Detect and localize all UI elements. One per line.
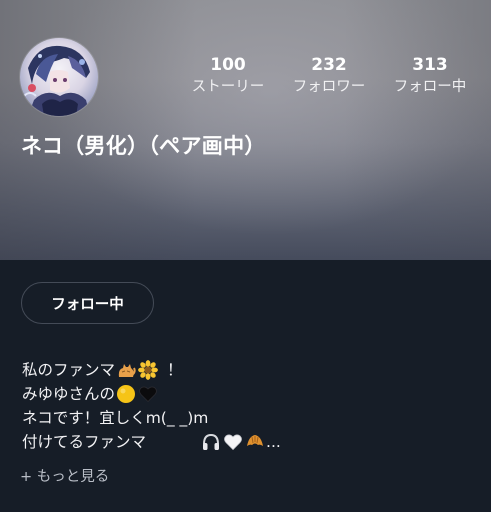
yellow-circle-emoji-icon (116, 384, 136, 404)
bio-line: 付けてるファンマ ... (22, 430, 472, 454)
sunflower-emoji-icon (138, 360, 158, 380)
stories-label: ストーリー (191, 79, 265, 95)
bio-text: 付けてるファンマ (22, 433, 147, 451)
bio-text: ネコです！宜しくm(_ _)m (22, 409, 209, 427)
stories-count: 100 (210, 55, 246, 75)
profile-display-name: ネコ（男化）（ペア画中） (21, 134, 266, 158)
see-more-link[interactable]: + もっと見る (20, 467, 109, 487)
followers-count: 232 (311, 55, 347, 75)
bio-line: ネコです！宜しくm(_ _)m (22, 406, 472, 430)
following-count: 313 (412, 55, 448, 75)
following-button[interactable]: フォロー中 (21, 282, 154, 324)
stat-followers[interactable]: 232 フォロワー (279, 55, 379, 96)
profile-bio: 私のファンマ ！ みゆゆさんの ネコです！宜しくm(_ _)m 付けてるファンマ… (22, 358, 472, 454)
profile-page: 100 ストーリー 232 フォロワー 313 フォロー中 ネコ（男化）（ペア画… (0, 0, 491, 512)
croissant-emoji-icon (245, 432, 265, 452)
profile-avatar[interactable] (20, 38, 98, 116)
headphone-emoji-icon (201, 432, 221, 452)
stat-stories[interactable]: 100 ストーリー (178, 55, 278, 96)
bio-text-end: ... (266, 433, 281, 451)
stat-following[interactable]: 313 フォロー中 (380, 55, 480, 96)
followers-label: フォロワー (292, 79, 366, 95)
bio-line: みゆゆさんの (22, 382, 472, 406)
bio-text: みゆゆさんの (22, 385, 116, 403)
cat-emoji-icon (116, 360, 136, 380)
anime-character-avatar-icon (20, 38, 98, 116)
bio-text: 私のファンマ (22, 361, 116, 379)
white-heart-emoji-icon (223, 432, 243, 452)
black-heart-emoji-icon (138, 384, 158, 404)
profile-header-banner (0, 0, 491, 260)
bio-text-end: ！ (167, 361, 183, 379)
bio-line: 私のファンマ ！ (22, 358, 472, 382)
following-label: フォロー中 (393, 79, 467, 95)
